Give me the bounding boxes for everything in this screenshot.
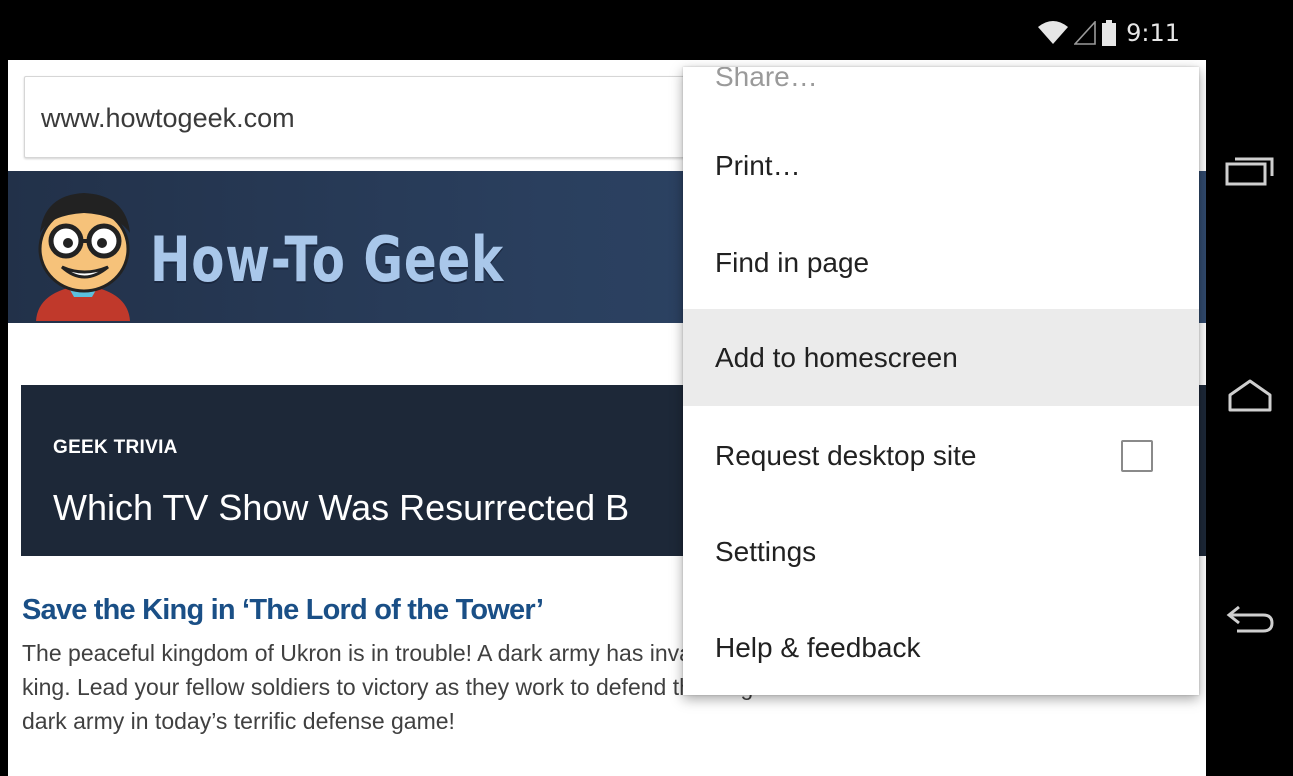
home-icon <box>1227 378 1273 417</box>
menu-item-label: Share… <box>715 67 818 92</box>
menu-item-share[interactable]: Share… <box>683 67 1199 97</box>
menu-item-label: Add to homescreen <box>715 341 958 373</box>
menu-item-label: Find in page <box>715 246 870 278</box>
request-desktop-site-checkbox[interactable] <box>1121 439 1153 472</box>
article-title-link[interactable]: Save the King in ‘The Lord of the Tower’ <box>22 594 544 627</box>
menu-item-label: Settings <box>715 535 817 567</box>
home-button[interactable] <box>1220 372 1280 422</box>
back-icon <box>1225 603 1275 640</box>
menu-item-find-in-page[interactable]: Find in page <box>683 214 1199 311</box>
menu-item-help-feedback[interactable]: Help & feedback <box>683 599 1199 695</box>
wifi-icon <box>1038 21 1069 45</box>
geek-mascot-icon <box>18 181 148 323</box>
status-icons: 9:11 <box>1038 20 1180 46</box>
signal-icon <box>1074 21 1096 45</box>
site-logo-text[interactable]: How-To Geek <box>150 223 504 296</box>
status-clock: 9:11 <box>1126 19 1180 47</box>
recent-apps-button[interactable] <box>1220 148 1280 198</box>
browser-overflow-menu: Share… Print… Find in page Add to homesc… <box>683 67 1199 695</box>
menu-item-request-desktop-site[interactable]: Request desktop site <box>683 407 1199 504</box>
trivia-title[interactable]: Which TV Show Was Resurrected B <box>53 487 629 529</box>
android-nav-bar <box>1206 0 1293 776</box>
status-bar: 9:11 <box>8 0 1206 60</box>
menu-item-add-to-homescreen[interactable]: Add to homescreen <box>683 309 1199 406</box>
menu-item-settings[interactable]: Settings <box>683 503 1199 600</box>
battery-icon <box>1102 20 1117 46</box>
url-text[interactable]: www.howtogeek.com <box>41 103 295 134</box>
menu-item-label: Help & feedback <box>715 631 921 663</box>
menu-item-print[interactable]: Print… <box>683 117 1199 214</box>
back-button[interactable] <box>1220 596 1280 646</box>
trivia-label: GEEK TRIVIA <box>53 437 178 458</box>
recent-apps-icon <box>1225 156 1275 191</box>
menu-item-label: Print… <box>715 149 801 181</box>
menu-item-label: Request desktop site <box>715 439 977 471</box>
